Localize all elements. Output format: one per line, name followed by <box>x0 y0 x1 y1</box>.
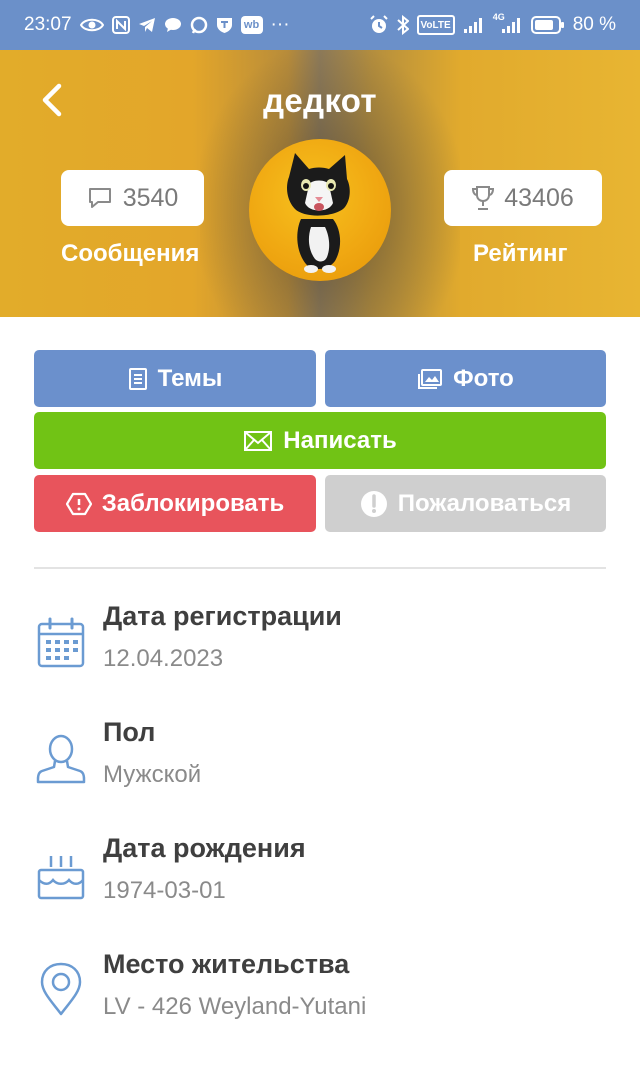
report-label: Пожаловаться <box>397 489 572 517</box>
residence-row: Место жительства LV - 426 Weyland-Yutani <box>0 949 640 1049</box>
residence-title: Место жительства <box>103 949 350 979</box>
battery-icon <box>530 16 565 34</box>
alarm-icon <box>369 15 389 35</box>
status-bar: 23:07 wb ··· VoLTE 4G 80 % <box>0 0 640 50</box>
gender-value: Мужской <box>103 761 202 788</box>
status-time: 23:07 <box>24 14 72 35</box>
profile-header: дедкот 3540 Сообщения 43406 Рейтинг <box>0 50 640 317</box>
block-warning-icon <box>65 492 92 515</box>
cat-avatar-image <box>287 153 350 273</box>
birthday-cake-icon <box>34 847 88 907</box>
signal-icon <box>463 16 485 34</box>
chat-bubble-icon <box>164 17 182 33</box>
birth-title: Дата рождения <box>103 833 306 863</box>
messages-label: Сообщения <box>61 240 200 267</box>
rating-count-box[interactable]: 43406 <box>444 170 602 226</box>
section-divider <box>34 567 606 569</box>
bluetooth-icon <box>396 15 409 35</box>
gender-title: Пол <box>103 717 156 747</box>
wb-icon: wb <box>240 16 263 34</box>
eye-icon <box>79 17 104 33</box>
topics-label: Темы <box>157 364 223 392</box>
wb-label: wb <box>243 19 260 31</box>
calendar-icon <box>34 613 88 673</box>
exclamation-circle-icon <box>360 490 387 517</box>
more-notifications-icon: ··· <box>270 14 290 35</box>
rating-label: Рейтинг <box>473 240 568 267</box>
net-label: 4G <box>492 12 505 22</box>
messages-count: 3540 <box>122 183 179 212</box>
messages-count-box[interactable]: 3540 <box>61 170 204 226</box>
signal-4g-icon: 4G <box>493 12 523 34</box>
document-icon <box>128 367 147 390</box>
messenger-icon <box>190 16 208 34</box>
birth-date-row: Дата рождения 1974-03-01 <box>0 833 640 933</box>
registration-value: 12.04.2023 <box>103 645 224 672</box>
registration-date-row: Дата регистрации 12.04.2023 <box>0 601 640 701</box>
envelope-icon <box>244 430 273 451</box>
profile-screen: 23:07 wb ··· VoLTE 4G 80 % дедкот 3540 С… <box>0 0 640 1072</box>
avatar[interactable] <box>249 139 391 281</box>
write-label: Написать <box>283 426 397 454</box>
telegram-icon <box>138 17 156 33</box>
report-user-button[interactable]: Пожаловаться <box>325 475 606 532</box>
write-message-button[interactable]: Написать <box>34 412 606 469</box>
user-name: дедкот <box>263 82 377 119</box>
photo-icon <box>418 368 443 389</box>
gender-row: Пол Мужской <box>0 717 640 817</box>
status-right: VoLTE 4G 80 % <box>369 12 616 36</box>
person-icon <box>34 729 88 789</box>
photo-label: Фото <box>453 364 514 392</box>
rating-count: 43406 <box>504 183 574 212</box>
block-user-button[interactable]: Заблокировать <box>34 475 316 532</box>
message-icon <box>88 188 111 208</box>
trophy-icon <box>472 186 495 210</box>
block-label: Заблокировать <box>101 489 285 517</box>
residence-value: LV - 426 Weyland-Yutani <box>103 993 367 1020</box>
status-left: 23:07 wb ··· <box>24 14 290 36</box>
photo-button[interactable]: Фото <box>325 350 606 407</box>
location-pin-icon <box>34 959 88 1019</box>
nfc-icon <box>111 16 130 34</box>
volte-icon: VoLTE <box>416 15 455 35</box>
shield-icon <box>216 16 233 34</box>
volte-label: VoLTE <box>420 19 451 31</box>
topics-button[interactable]: Темы <box>34 350 316 407</box>
battery-percent: 80 % <box>572 14 616 35</box>
registration-title: Дата регистрации <box>103 601 342 631</box>
birth-value: 1974-03-01 <box>103 877 226 904</box>
